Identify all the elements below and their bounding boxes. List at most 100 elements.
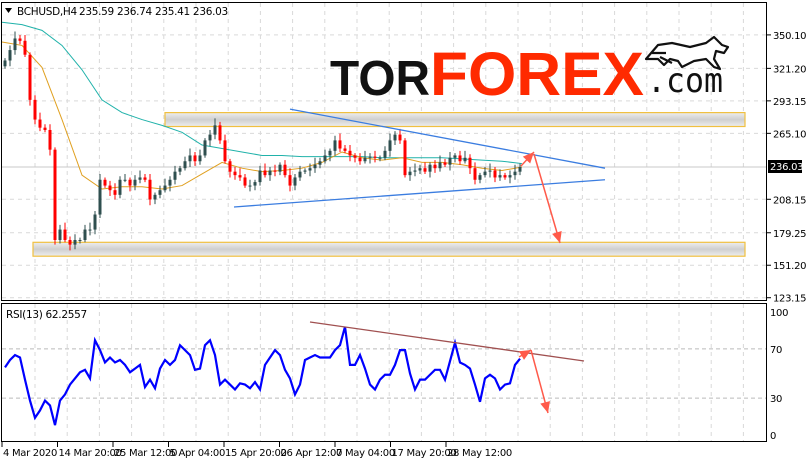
current-price-label: 236.03 (770, 162, 803, 173)
candle-bullish (513, 171, 517, 176)
candle-bullish (248, 185, 252, 187)
candle-bullish (153, 194, 157, 200)
candle-bearish (458, 155, 462, 162)
candle-bearish (358, 157, 362, 162)
candle-bullish (428, 164, 432, 172)
logo-suffix: .com (647, 61, 723, 101)
price-tick-label: 321.20 (773, 64, 806, 75)
candle-bearish (353, 155, 357, 158)
candle-bearish (128, 179, 132, 186)
ohlc-readout: 235.59 236.74 235.41 236.03 (79, 6, 228, 18)
candle-bullish (453, 155, 457, 158)
candle-bullish (498, 175, 502, 178)
candle-bearish (228, 161, 232, 172)
candle-bearish (33, 99, 37, 120)
candle-bearish (218, 125, 222, 141)
candle-bullish (73, 239, 77, 245)
candle-bearish (473, 168, 477, 180)
candle-bearish (468, 157, 472, 169)
candle-bullish (13, 38, 17, 51)
time-tick-label: 7 May 04:00 (336, 448, 395, 459)
candle-bullish (293, 177, 297, 186)
forecast-arrow-down-head-icon (552, 231, 562, 243)
candle-bullish (478, 175, 482, 180)
candle-bullish (318, 161, 322, 165)
candle-bearish (343, 148, 347, 151)
candle-bearish (48, 129, 52, 150)
candle-bearish (503, 175, 507, 178)
symbol-label: BCHUSD,H4 (17, 6, 78, 18)
candle-bullish (208, 134, 212, 141)
candle-bullish (93, 214, 97, 230)
rsi-arrow-up-head-icon (518, 350, 531, 360)
candle-bearish (238, 175, 242, 178)
candle-bearish (193, 155, 197, 162)
rsi-tick-label: 100 (770, 308, 788, 319)
candle-bearish (28, 54, 32, 100)
rsi-trendline (309, 321, 585, 362)
chart-canvas: TOR FOREX .com 350.10 321.20 293.15 265.10 2… (1, 2, 807, 459)
rsi-panel (4, 321, 585, 426)
candle-bullish (393, 134, 397, 141)
candle-bullish (158, 190, 162, 195)
price-tick-label: 151.20 (773, 261, 806, 272)
candle-bullish (463, 157, 467, 162)
candle-bullish (323, 155, 327, 162)
candle-bullish (183, 161, 187, 169)
candle-bullish (388, 140, 392, 151)
candle-bearish (433, 164, 437, 169)
candle-bullish (413, 170, 417, 172)
candle-bearish (68, 239, 72, 245)
candle-bullish (368, 156, 372, 158)
price-tick-label: 265.10 (773, 129, 806, 140)
candle-bullish (488, 170, 492, 172)
time-tick-label: 26 Apr 12:00 (281, 448, 343, 459)
price-tick-label: 179.25 (773, 229, 806, 240)
candle-bearish (338, 140, 342, 149)
candle-bullish (378, 157, 382, 159)
candle-bearish (223, 140, 227, 162)
rsi-label: RSI(13) 62.2557 (6, 309, 87, 321)
dropdown-triangle-icon[interactable] (5, 8, 12, 13)
candle-bullish (178, 168, 182, 172)
candle-bullish (168, 179, 172, 186)
candle-bearish (443, 162, 447, 165)
candle-bullish (303, 170, 307, 172)
candle-bearish (43, 127, 47, 130)
time-axis: 4 Mar 2020 14 Mar 20:0025 Mar 12:005 Apr … (1, 442, 512, 459)
candle-bearish (373, 156, 377, 158)
candle-bearish (348, 150, 352, 156)
candle-bearish (103, 179, 107, 186)
candle-bullish (313, 164, 317, 169)
candle-bearish (23, 40, 27, 55)
price-axis: 350.10 321.20 293.15 265.10 208.15 179.25 151.… (767, 31, 807, 442)
candle-bullish (198, 155, 202, 162)
candle-bullish (438, 162, 442, 169)
candle-bearish (288, 175, 292, 186)
candle-bullish (448, 157, 452, 165)
candle-bearish (18, 38, 22, 41)
candle-bullish (88, 229, 92, 231)
candle-bearish (283, 164, 287, 176)
time-tick-label: 25 Mar 12:00 (114, 448, 177, 459)
price-tick-label: 293.15 (773, 97, 806, 108)
candle-bullish (173, 171, 177, 180)
candle-bullish (333, 140, 337, 151)
candle-bullish (213, 125, 217, 135)
candle-bearish (273, 170, 277, 172)
price-tick-label: 123.15 (773, 294, 806, 305)
rsi-panel-border (1, 303, 767, 442)
candle-bullish (163, 185, 167, 191)
candle-bullish (203, 140, 207, 156)
price-tick-label: 350.10 (773, 31, 806, 42)
candle-bullish (8, 50, 12, 61)
candle-bearish (113, 190, 117, 195)
rsi-tick-label: 30 (770, 394, 782, 405)
candle-bearish (403, 140, 407, 176)
candle-bullish (418, 168, 422, 171)
candle-bullish (83, 229, 87, 240)
rsi-tick-label: 0 (770, 431, 776, 442)
time-tick-label: 14 Mar 20:00 (59, 448, 122, 459)
candle-bullish (98, 179, 102, 215)
time-tick-label: 4 Mar 2020 (3, 448, 57, 459)
